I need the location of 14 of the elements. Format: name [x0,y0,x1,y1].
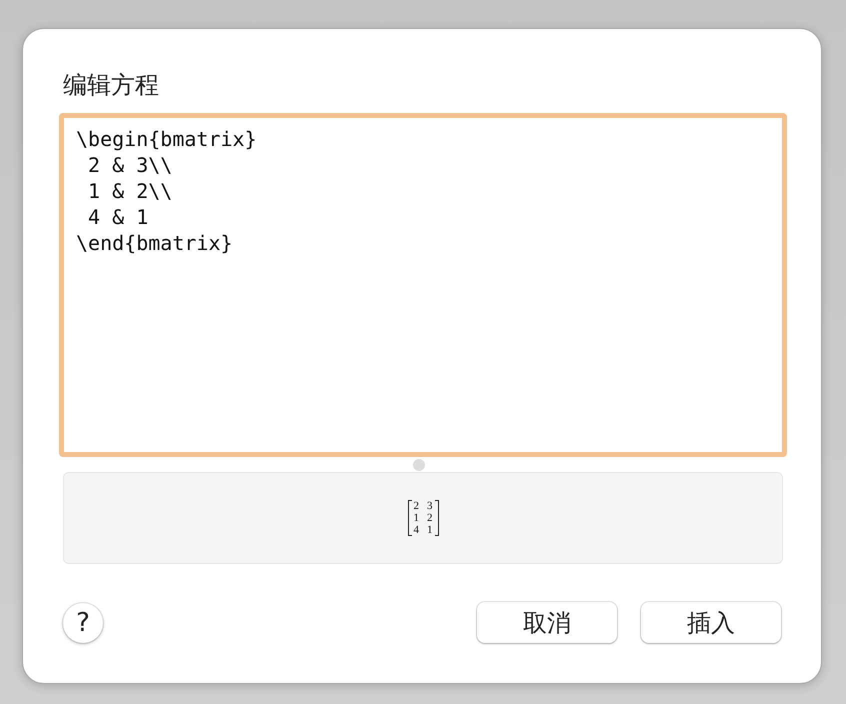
left-bracket [408,500,412,536]
right-bracket [434,500,438,536]
help-button[interactable]: ? [63,602,103,642]
matrix-entry: 3 [427,500,432,512]
cancel-button[interactable]: 取消 [477,602,617,643]
resize-handle[interactable] [413,458,425,470]
dialog-title: 编辑方程 [63,70,160,101]
matrix-entry: 1 [414,512,419,524]
equation-input-field[interactable]: \begin{bmatrix} 2 & 3\\ 1 & 2\\ 4 & 1 \end{bmatrix} [59,113,787,457]
matrix-entry: 2 [414,500,419,512]
insert-button[interactable]: 插入 [641,602,781,643]
matrix-entry: 2 [427,512,432,524]
matrix-entry: 4 [414,524,419,536]
matrix-entry: 1 [427,524,432,536]
